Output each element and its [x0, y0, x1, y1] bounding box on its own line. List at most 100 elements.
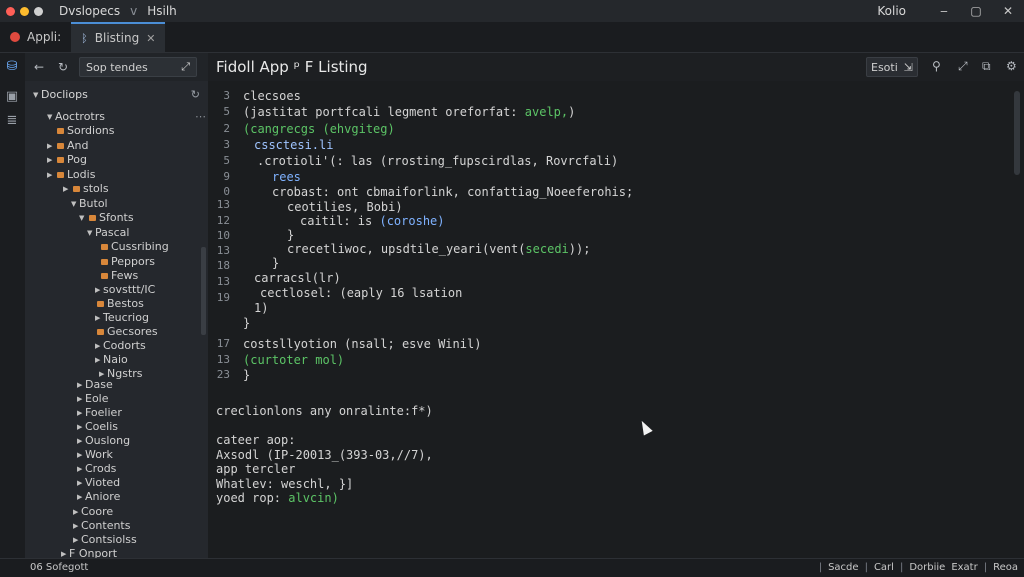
status-item[interactable]: Carl — [874, 562, 894, 573]
code-line: app tercler — [216, 462, 296, 476]
code-line: } — [243, 316, 251, 330]
line-number: 13 — [216, 353, 230, 366]
tree-item[interactable]: ▶ Coore — [73, 505, 113, 519]
expand-icon[interactable]: ⤢ — [958, 59, 968, 74]
app-icon — [10, 32, 20, 42]
tree-item[interactable]: ▶ stols — [63, 182, 109, 196]
tree-item[interactable]: ▶ sovsttt/IC — [95, 283, 155, 297]
layers-icon[interactable]: ≣ — [4, 113, 20, 129]
search-input[interactable]: Sop tendes ⤢ — [79, 57, 197, 77]
more-icon[interactable]: ⋯ — [195, 110, 206, 124]
chevron-right-icon: ▶ — [77, 381, 83, 389]
tree-item[interactable]: ▶ Coelis — [77, 420, 118, 434]
status-item[interactable]: Reoa — [993, 562, 1018, 573]
tree-item[interactable]: ▼ Sfonts — [79, 211, 134, 225]
tree-item[interactable]: Fews — [99, 269, 138, 283]
code-line: caitil: is (coroshe) — [300, 214, 445, 228]
tree-item[interactable]: ▶ Crods — [77, 462, 116, 476]
code-editor[interactable]: 3 5 2 3 5 9 0 13 12 10 13 18 13 19 17 13… — [208, 81, 1024, 558]
tree-item[interactable]: ▶ Contsiolss — [73, 533, 137, 547]
tree-item[interactable]: Gecsores — [95, 325, 158, 339]
refresh-icon[interactable]: ↻ — [55, 60, 71, 74]
user-name[interactable]: Kolio — [877, 4, 906, 18]
tree-item[interactable]: ▶ F Onport — [61, 547, 117, 558]
tree-item-label: Crods — [85, 462, 117, 475]
minimize-icon[interactable]: ‒ — [928, 4, 960, 18]
refresh-tree-icon[interactable]: ↻ — [191, 88, 200, 101]
tree-item[interactable]: ▼ Aoctrotrs ⋯ — [47, 110, 206, 124]
tree-item[interactable]: ▶ Lodis — [47, 168, 95, 182]
close-window-dot[interactable] — [6, 6, 15, 16]
tree-item[interactable]: ▼ Butol — [71, 197, 108, 211]
status-item[interactable]: Dorbiie — [909, 562, 945, 573]
status-left[interactable]: 06 Sofegott — [30, 562, 88, 573]
status-item[interactable]: Exatr — [951, 562, 977, 573]
tab-blisting[interactable]: ᛒ Blisting ✕ — [71, 22, 166, 52]
tree-item[interactable]: Peppors — [99, 255, 155, 269]
back-arrow-icon[interactable]: ← — [31, 60, 47, 74]
line-number: 17 — [216, 337, 230, 350]
line-number: 13 — [216, 198, 230, 211]
line-number: 12 — [216, 214, 230, 227]
line-number: 5 — [223, 154, 230, 167]
chevron-right-icon: ▶ — [47, 171, 53, 179]
folder-icon — [57, 157, 64, 163]
tree-item[interactable]: ▶ Eole — [77, 392, 109, 406]
status-item[interactable]: Sacde — [828, 562, 858, 573]
tree-item[interactable]: ▼ Pascal — [87, 226, 129, 240]
explorer-icon[interactable]: ⛁ — [4, 59, 20, 75]
minimize-window-dot[interactable] — [20, 6, 29, 16]
tree-header-label: Docliops — [41, 88, 88, 101]
tree-item-label: Aoctrotrs — [55, 110, 105, 123]
code-line: clecsoes — [243, 89, 301, 103]
file-icon — [97, 329, 104, 335]
tree-item[interactable]: Bestos — [95, 297, 144, 311]
tree-item[interactable]: ▶ Contents — [73, 519, 130, 533]
status-separator: | — [864, 562, 868, 573]
status-separator: | — [899, 562, 904, 573]
tree-item[interactable]: ▶ And — [47, 139, 88, 153]
editor-scrollbar[interactable] — [1014, 91, 1020, 175]
tree-item[interactable]: ▶ Ouslong — [77, 434, 130, 448]
chevron-down-icon: ▼ — [71, 200, 77, 208]
close-icon[interactable]: ✕ — [992, 4, 1024, 18]
maximize-icon[interactable]: ▢ — [960, 4, 992, 18]
split-icon: ⇲ — [903, 60, 913, 74]
edit-button[interactable]: Esoti ⇲ — [866, 57, 918, 77]
expand-icon[interactable]: ⤢ — [181, 60, 190, 74]
code-line: } — [287, 228, 295, 242]
menu-secondary[interactable]: Hsilh — [147, 4, 177, 18]
files-icon[interactable]: ▣ — [4, 89, 20, 105]
line-number: 5 — [223, 105, 230, 118]
tree-item[interactable]: ▶ Naio — [95, 353, 128, 367]
editor-title: Fidoll App ᵖ F Listing — [216, 58, 368, 76]
pin-icon[interactable]: ⚲ — [932, 59, 941, 73]
file-icon — [97, 301, 104, 307]
tree-item[interactable]: Sordions — [55, 124, 115, 138]
chevron-down-icon[interactable]: v — [130, 4, 137, 18]
tree-item[interactable]: ▶ Vioted — [77, 476, 120, 490]
tree-item-label: Pog — [67, 153, 87, 166]
zoom-window-dot[interactable] — [34, 6, 43, 16]
close-tab-icon[interactable]: ✕ — [146, 32, 155, 45]
tree-item[interactable]: ▶ Teucriog — [95, 311, 149, 325]
tree-item[interactable]: ▶ Aniore — [77, 490, 120, 504]
code-line: cectlosel: (eaply 16 lsation — [260, 286, 463, 300]
settings-icon[interactable]: ⚙ — [1006, 59, 1017, 73]
code-line: cateer aop: — [216, 433, 296, 447]
menu-primary[interactable]: Dvslopecs — [59, 4, 120, 18]
copy-icon[interactable]: ⧉ — [982, 59, 991, 74]
code-line: } — [243, 368, 251, 382]
tree-item-label: Foelier — [85, 406, 122, 419]
tree-item[interactable]: ▶ Pog — [47, 153, 87, 167]
sidebar-scrollbar[interactable] — [201, 247, 206, 335]
tree-item[interactable]: ▶ Dase — [77, 378, 113, 392]
status-separator: | — [818, 562, 823, 573]
tree-item[interactable]: Cussribing — [99, 240, 169, 254]
tree-item[interactable]: ▶ Foelier — [77, 406, 122, 420]
tab-appli[interactable]: Appli: — [0, 22, 71, 52]
tree-header[interactable]: ▼ Docliops ↻ — [25, 88, 208, 104]
title-bar: Dvslopecs v Hsilh Kolio ‒ ▢ ✕ — [0, 0, 1024, 22]
tree-item[interactable]: ▶ Codorts — [95, 339, 146, 353]
tree-item[interactable]: ▶ Work — [77, 448, 113, 462]
